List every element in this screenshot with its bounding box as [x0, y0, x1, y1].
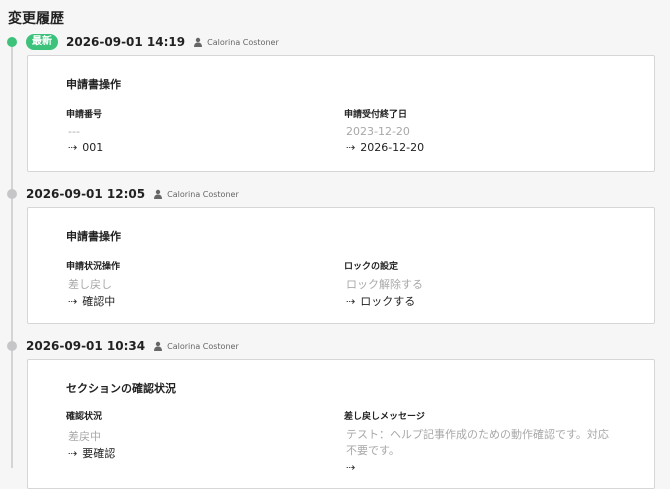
person-icon	[154, 189, 163, 199]
dotted-arrow-right-icon: ⇢	[68, 141, 78, 154]
new-value: ロックする	[360, 295, 416, 308]
dotted-arrow-right-icon: ⇢	[346, 294, 356, 308]
dotted-arrow-right-icon: ⇢	[68, 294, 78, 308]
field-label: 確認状況	[66, 412, 103, 422]
change-card: 申請書操作 申請状況操作 差し戻し ⇢ 確認中 ロックの設定 ロック解除する ⇢…	[27, 207, 655, 324]
entry-date: 2026-09-01 12:05	[26, 187, 146, 201]
old-value: テスト：ヘルプ記事作成のための動作確認です。対応不要です。	[346, 428, 609, 457]
new-value-row: ⇢ 要確認	[68, 445, 115, 461]
new-value: 001	[82, 141, 104, 154]
new-value-row: ⇢ 001	[68, 141, 103, 154]
old-value: 2023-12-20	[346, 125, 410, 138]
person-icon	[154, 341, 163, 351]
new-value-row: ⇢ 確認中	[68, 293, 115, 309]
field-label: 差し戻しメッセージ	[344, 412, 425, 422]
entry-user[interactable]: Calorina Costoner	[167, 342, 239, 351]
old-value: 差戻中	[68, 430, 101, 443]
entry-header: 2026-09-01 10:34 Calorina Costoner	[26, 338, 239, 354]
old-value: 差し戻し	[68, 278, 112, 291]
new-value: 2026-12-20	[360, 141, 425, 154]
entry-date: 2026-09-01 14:19	[66, 35, 186, 49]
timeline-dot	[7, 341, 17, 351]
dotted-arrow-right-icon: ⇢	[68, 446, 78, 460]
entry-header: 2026-09-01 12:05 Calorina Costoner	[26, 186, 239, 202]
latest-badge: 最新	[26, 34, 58, 50]
person-icon	[194, 37, 203, 47]
new-value: 確認中	[82, 295, 116, 308]
timeline-line	[11, 41, 13, 468]
field-label: ロックの設定	[344, 262, 399, 272]
timeline-dot	[7, 189, 17, 199]
new-value-row: ⇢ ロックする	[346, 293, 415, 309]
entry-user[interactable]: Calorina Costoner	[207, 38, 279, 47]
section-title: 申請書操作	[66, 230, 121, 243]
section-title: 申請書操作	[66, 78, 121, 91]
new-value-row: ⇢ 2026-12-20	[346, 141, 424, 154]
field-label: 申請受付終了日	[344, 110, 408, 120]
change-card: セクションの確認状況 確認状況 差戻中 ⇢ 要確認 差し戻しメッセージ テスト：…	[27, 359, 655, 489]
change-card: 申請書操作 申請番号 --- ⇢ 001 申請受付終了日 2023-12-20 …	[27, 55, 655, 172]
page-title: 変更履歴	[8, 11, 64, 27]
new-value: 要確認	[82, 447, 116, 460]
old-value: ロック解除する	[346, 278, 423, 291]
entry-date: 2026-09-01 10:34	[26, 339, 146, 353]
old-value: ---	[68, 125, 80, 138]
timeline-dot-latest	[7, 37, 17, 47]
field-label: 申請状況操作	[66, 262, 121, 272]
entry-user[interactable]: Calorina Costoner	[167, 190, 239, 199]
section-title: セクションの確認状況	[66, 382, 176, 395]
dotted-arrow-right-icon: ⇢	[346, 141, 356, 154]
field-label: 申請番号	[66, 110, 103, 120]
entry-header: 最新 2026-09-01 14:19 Calorina Costoner	[26, 34, 279, 50]
